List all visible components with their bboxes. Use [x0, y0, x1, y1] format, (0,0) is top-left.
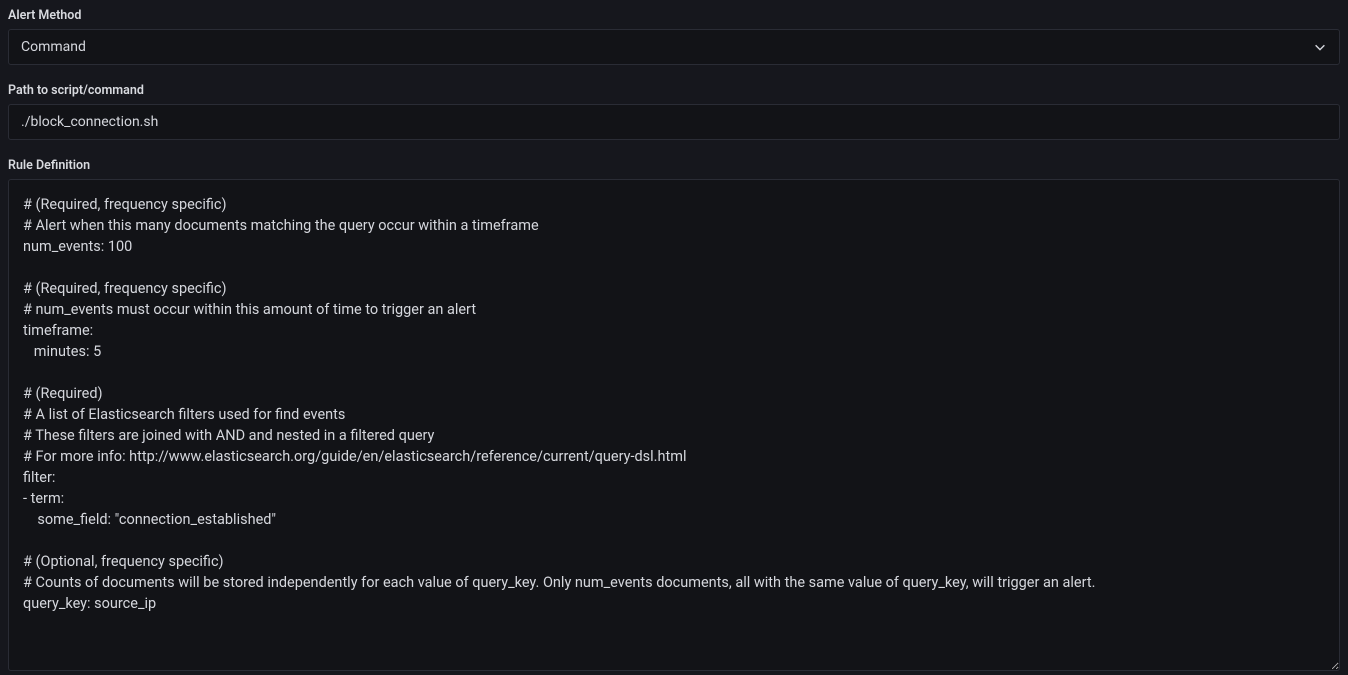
- alert-method-select[interactable]: Command: [8, 29, 1340, 65]
- script-path-input[interactable]: [8, 104, 1340, 140]
- chevron-down-icon: [1313, 40, 1327, 54]
- script-path-field: Path to script/command: [8, 83, 1340, 140]
- alert-method-field: Alert Method Command: [8, 8, 1340, 65]
- script-path-label: Path to script/command: [8, 83, 1340, 98]
- rule-definition-textarea[interactable]: [8, 179, 1340, 671]
- alert-method-value: Command: [21, 39, 1313, 55]
- rule-definition-label: Rule Definition: [8, 158, 1340, 173]
- alert-method-label: Alert Method: [8, 8, 1340, 23]
- rule-definition-field: Rule Definition: [8, 158, 1340, 675]
